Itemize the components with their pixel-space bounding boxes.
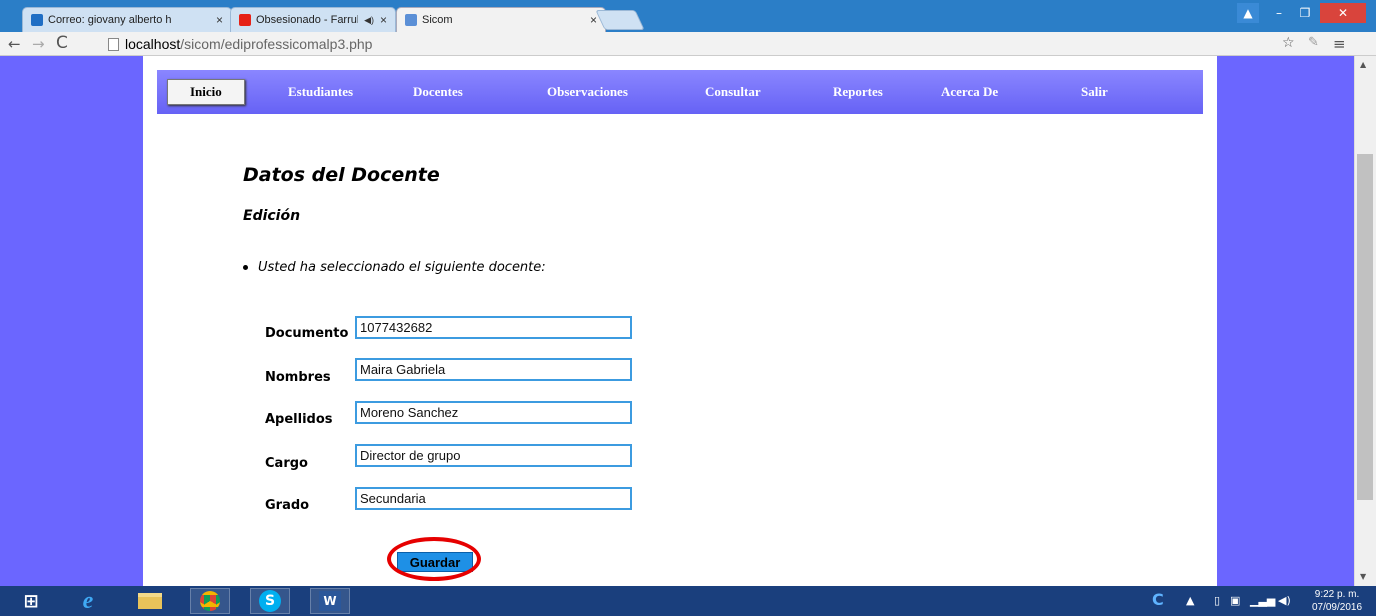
tab-title: Sicom: [422, 14, 453, 26]
vertical-scrollbar[interactable]: ▲ ▼: [1354, 56, 1376, 586]
address-bar[interactable]: localhost/sicom/ediprofessicomalp3.php: [108, 34, 1268, 54]
nombres-input[interactable]: [355, 358, 632, 381]
nav-estudiantes[interactable]: Estudiantes: [288, 70, 353, 114]
nav-reportes[interactable]: Reportes: [833, 70, 883, 114]
grado-input[interactable]: [355, 487, 632, 510]
speaker-icon: ◀): [364, 14, 374, 25]
outlook-icon: [31, 14, 43, 26]
notice-text: Usted ha seleccionado el siguiente docen…: [258, 260, 546, 275]
sicom-favicon-icon: [405, 14, 417, 26]
nav-docentes[interactable]: Docentes: [413, 70, 463, 114]
menu-icon[interactable]: ≡: [1333, 35, 1346, 53]
scroll-up-icon[interactable]: ▲: [1360, 60, 1366, 69]
forward-arrow-icon[interactable]: →: [32, 35, 45, 53]
documento-input[interactable]: [355, 316, 632, 339]
show-hidden-icons[interactable]: ▲: [1186, 594, 1194, 607]
tab-title: Obsesionado - Farruko: [256, 14, 359, 26]
clock-date: 07/09/2016: [1311, 602, 1363, 613]
info-icon[interactable]: C: [1152, 590, 1164, 609]
page-container: Inicio Estudiantes Docentes Observacione…: [143, 56, 1217, 586]
page-subtitle: Edición: [243, 208, 301, 224]
user-profile-icon[interactable]: ▲: [1237, 3, 1259, 23]
word-icon[interactable]: W: [310, 588, 350, 614]
clock-time: 9:22 p. m.: [1314, 589, 1360, 600]
browser-viewport: Inicio Estudiantes Docentes Observacione…: [0, 56, 1354, 586]
scroll-thumb[interactable]: [1357, 154, 1373, 500]
bookmark-star-icon[interactable]: ☆: [1282, 35, 1295, 51]
file-explorer-icon[interactable]: [130, 588, 170, 614]
page-title: Datos del Docente: [243, 164, 440, 186]
close-window-icon[interactable]: ✕: [1320, 3, 1366, 23]
reload-icon[interactable]: C: [56, 33, 68, 53]
browser-tab-sicom[interactable]: Sicom ×: [396, 7, 606, 32]
scroll-down-icon[interactable]: ▼: [1360, 572, 1366, 581]
internet-explorer-icon[interactable]: e: [68, 588, 108, 614]
back-arrow-icon[interactable]: ←: [8, 35, 21, 53]
nombres-label: Nombres: [265, 370, 331, 385]
url-path: /sicom/ediprofessicomalp3.php: [180, 36, 373, 52]
windows-taskbar: ⊞ e S W C ▲ ▯ ▣ ▁▃▅ ◀) 9:22 p. m. 07/09/…: [0, 586, 1376, 616]
browser-tab-youtube[interactable]: Obsesionado - Farruko ◀) ×: [230, 7, 396, 32]
system-clock[interactable]: 9:22 p. m. 07/09/2016: [1302, 588, 1372, 614]
minimize-icon[interactable]: –: [1266, 3, 1292, 23]
nav-salir[interactable]: Salir: [1081, 70, 1108, 114]
windows-start-icon[interactable]: ⊞: [14, 588, 48, 614]
signal-icon[interactable]: ▁▃▅: [1250, 594, 1275, 607]
documento-label: Documento: [265, 326, 349, 341]
new-tab-button[interactable]: [595, 10, 645, 30]
apellidos-label: Apellidos: [265, 412, 333, 427]
page-icon: [108, 37, 119, 51]
cargo-input[interactable]: [355, 444, 632, 467]
extension-icon[interactable]: ✎: [1308, 35, 1319, 50]
close-tab-icon[interactable]: ×: [380, 13, 387, 27]
selected-teacher-notice: Usted ha seleccionado el siguiente docen…: [243, 260, 546, 275]
tab-title: Correo: giovany alberto h: [48, 14, 172, 26]
nav-inicio[interactable]: Inicio: [167, 79, 245, 105]
main-navbar: Inicio Estudiantes Docentes Observacione…: [157, 70, 1203, 114]
close-tab-icon[interactable]: ×: [590, 13, 597, 27]
network-icon[interactable]: ▣: [1230, 594, 1240, 607]
apellidos-input[interactable]: [355, 401, 632, 424]
browser-tab-strip: Correo: giovany alberto h × Obsesionado …: [0, 0, 1376, 32]
skype-icon[interactable]: S: [250, 588, 290, 614]
url-host: localhost: [125, 36, 181, 52]
volume-icon[interactable]: ◀): [1278, 594, 1291, 607]
save-button[interactable]: Guardar: [397, 552, 473, 572]
browser-toolbar: ← → C localhost/sicom/ediprofessicomalp3…: [0, 32, 1376, 56]
grado-label: Grado: [265, 498, 310, 513]
nav-acerca-de[interactable]: Acerca De: [941, 70, 998, 114]
browser-tab-correo[interactable]: Correo: giovany alberto h ×: [22, 7, 232, 32]
close-tab-icon[interactable]: ×: [216, 13, 223, 27]
nav-consultar[interactable]: Consultar: [705, 70, 761, 114]
nav-observaciones[interactable]: Observaciones: [547, 70, 628, 114]
restore-icon[interactable]: ❐: [1292, 3, 1318, 23]
battery-icon[interactable]: ▯: [1214, 594, 1220, 607]
chrome-icon[interactable]: [190, 588, 230, 614]
cargo-label: Cargo: [265, 456, 308, 471]
bullet-icon: [243, 265, 248, 270]
youtube-icon: [239, 14, 251, 26]
